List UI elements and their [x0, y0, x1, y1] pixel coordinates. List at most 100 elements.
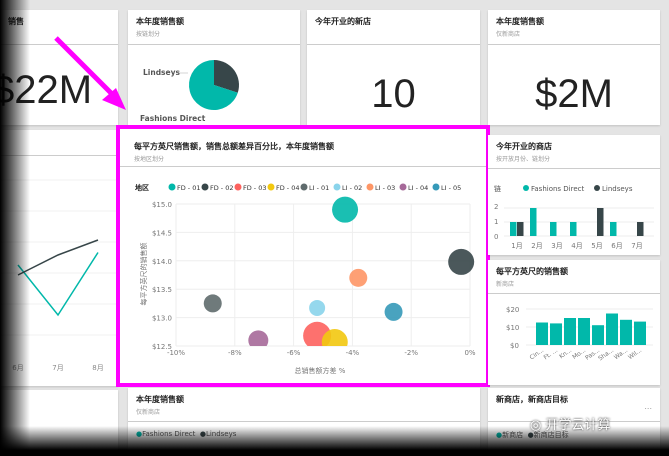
legend-item: 新商店: [502, 431, 524, 439]
legend-title: 地区: [135, 183, 149, 192]
legend-dot: [523, 185, 529, 191]
legend-title: 链: [494, 184, 501, 193]
tile-subtitle: 仅新商店: [136, 409, 161, 416]
line-fashions-direct: [17, 252, 99, 317]
tile-sales-by-chain[interactable]: 本年度销售额 按链划分 Lindseys Fashions Direct: [128, 10, 300, 125]
legend-dot: [234, 183, 242, 191]
legend-dot: [366, 183, 374, 191]
y-tick: $13.0: [152, 315, 172, 323]
y-tick: $12.5: [152, 343, 172, 351]
legend-item: LI - 04: [408, 184, 428, 192]
x-tick: 8月: [92, 364, 103, 372]
tile-title: 销售: [8, 17, 24, 26]
y-tick: $15.0: [152, 201, 172, 209]
tile-subtitle: 按链划分: [136, 31, 161, 38]
x-tick: Kn...: [558, 347, 573, 361]
pie-label-lindseys: Lindseys: [143, 68, 180, 77]
tile-line-chart[interactable]: 6月 7月 8月: [0, 130, 118, 386]
tile-title: 新商店，新商店目标: [496, 395, 568, 404]
wechat-icon: ◎: [530, 418, 546, 433]
y-tick: $14.0: [152, 258, 172, 266]
bubble-li-05: [384, 302, 403, 321]
legend-item: Lindseys: [205, 430, 237, 438]
legend-item: LI - 01: [309, 184, 329, 192]
legend-dot: [432, 183, 440, 191]
bar: [597, 208, 604, 236]
x-tick: 7月: [52, 364, 63, 372]
tile-title: 本年度销售额: [496, 17, 544, 26]
tile-scatter-highlighted[interactable]: 每平方英尺销售额，销售总额差异百分比，本年度销售额 按地区划分 地区 FD - 0…: [116, 125, 490, 387]
pie-label-fashions-direct: Fashions Direct: [140, 114, 206, 123]
x-tick: 5月: [591, 242, 602, 250]
bar: [610, 222, 617, 236]
x-tick: 6月: [12, 364, 23, 372]
legend-item: FD - 04: [276, 184, 300, 192]
line-chart: 6月 7月 8月: [0, 179, 118, 372]
y-tick: $20: [506, 306, 519, 314]
legend-dot: [333, 183, 341, 191]
bubble-li-03: [349, 268, 368, 287]
tile-title: 本年度销售额: [136, 17, 184, 26]
x-tick: 0%: [464, 349, 475, 357]
bar: [592, 325, 604, 345]
bubble-li-01: [203, 294, 222, 313]
bar: [550, 323, 562, 345]
x-tick: Mo...: [571, 347, 587, 361]
y-tick: 1: [494, 218, 498, 226]
bar: [578, 318, 590, 345]
bubble-fd-02: [448, 248, 475, 275]
stores-opened-bar-chart: 链 Fashions Direct Lindseys 2 1 0 1月 2月 3月 4…: [494, 184, 654, 250]
legend-item: LI - 02: [342, 184, 362, 192]
bar: [606, 313, 618, 345]
x-tick: Wa...: [613, 347, 629, 361]
legend-item: LI - 05: [441, 184, 461, 192]
legend-item: Fashions Direct: [142, 430, 196, 438]
legend-item: FD - 01: [177, 184, 201, 192]
x-tick: -6%: [287, 349, 301, 357]
bar: [564, 318, 576, 345]
legend-dot: [168, 183, 176, 191]
legend-item: LI - 03: [375, 184, 395, 192]
line-lindseys: [17, 239, 99, 276]
sqft-bar-chart: $20 $10 $0 Cin...Ft. ...Kn...Mo...Pas...…: [506, 306, 653, 362]
tile-stores-opened[interactable]: 今年开业的商店 按开放月份、链划分 链 Fashions Direct Linds…: [488, 135, 660, 255]
bar: [620, 319, 632, 345]
legend-dot: [267, 183, 275, 191]
tile-bottom-left-edge[interactable]: [0, 390, 118, 456]
y-tick: $14.5: [152, 229, 172, 237]
legend-item: Lindseys: [602, 185, 633, 193]
bubble-fd-01: [332, 196, 359, 223]
bar: [570, 222, 577, 236]
y-tick: 2: [494, 203, 498, 211]
x-axis-label: 总销售额方差 %: [295, 366, 346, 375]
tile-title: 本年度销售额: [136, 395, 184, 404]
y-tick: $10: [506, 324, 519, 332]
pie-chart: Lindseys Fashions Direct: [140, 60, 239, 123]
tile-new-store-sales-bottom[interactable]: 本年度销售额 仅新商店 ●Fashions Direct ●Lindseys: [128, 388, 480, 456]
bubble-li-02: [309, 299, 326, 316]
legend-dot: [399, 183, 407, 191]
bubble-li-04: [248, 330, 269, 346]
kpi-value: $2M: [535, 72, 613, 116]
x-tick: Cin...: [529, 347, 546, 362]
bar: [530, 208, 537, 236]
legend-dot: [594, 185, 600, 191]
tile-new-store-sales[interactable]: 本年度销售额 仅新商店 $2M: [488, 10, 660, 125]
tile-sales-per-sqft[interactable]: 每平方英尺的销售额 新商店 $20 $10 $0 Cin... Ft. ... Kn.…: [488, 260, 660, 385]
y-tick: $13.5: [152, 286, 172, 294]
y-tick: 0: [494, 233, 498, 241]
x-tick: 2月: [531, 242, 542, 250]
watermark: ◎ 开学云计算: [530, 418, 611, 433]
bar: [634, 321, 646, 345]
x-tick: Ft. ...: [543, 347, 560, 362]
bar: [517, 222, 524, 236]
x-tick: -8%: [228, 349, 242, 357]
tile-total-sales[interactable]: 销售 $22M: [0, 10, 118, 125]
kpi-value: 10: [371, 72, 416, 116]
bar: [637, 222, 644, 236]
more-options-button[interactable]: ...: [644, 402, 652, 411]
tile-new-stores[interactable]: 今年开业的新店 10: [307, 10, 480, 125]
y-axis-label: 每平方英尺的销售额: [139, 243, 148, 306]
legend-item: Fashions Direct: [531, 185, 585, 193]
x-tick: -4%: [346, 349, 360, 357]
